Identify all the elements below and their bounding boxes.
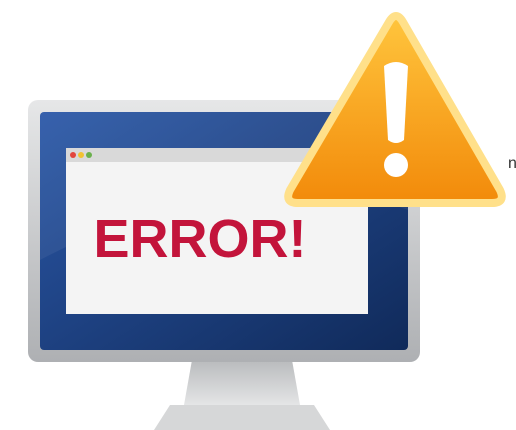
window-close-dot [70,152,76,158]
error-illustration: ERROR! n [0,0,516,430]
monitor-base [154,405,330,430]
error-text: ERROR! [94,209,307,269]
monitor-neck [184,360,300,405]
cropped-side-text: n [508,155,516,172]
window-controls-icon [70,152,92,158]
exclamation-dot [384,153,408,177]
window-maximize-dot [86,152,92,158]
exclamation-bar [384,62,408,143]
illustration-canvas: ERROR! [28,12,506,430]
window-minimize-dot [78,152,84,158]
monitor-stand [154,360,330,430]
